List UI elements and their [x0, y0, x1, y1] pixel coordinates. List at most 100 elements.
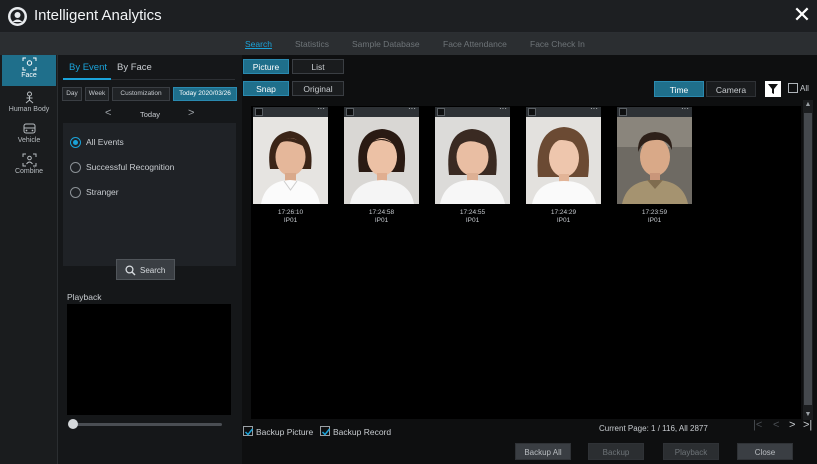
playback-slider-handle[interactable] — [68, 419, 78, 429]
human-body-icon — [25, 91, 33, 104]
search-button[interactable]: Search — [116, 259, 175, 280]
radio-label: All Events — [86, 137, 124, 147]
card-header: ··· — [253, 104, 328, 117]
filter-panel: By Event By Face Day Week Customization … — [58, 55, 242, 464]
card-header: ··· — [526, 104, 601, 117]
more-icon[interactable]: ··· — [681, 104, 689, 113]
subtab-active-indicator — [63, 78, 111, 80]
card-checkbox[interactable] — [437, 108, 445, 116]
card-header: ··· — [617, 104, 692, 117]
result-card[interactable]: ··· 17:24:29 IP01 — [526, 104, 601, 227]
search-icon — [125, 265, 136, 276]
more-icon[interactable]: ··· — [499, 104, 507, 113]
original-mode-button[interactable]: Original — [292, 81, 344, 96]
sidebar-item-vehicle[interactable]: Vehicle — [2, 120, 56, 151]
tab-search[interactable]: Search — [245, 39, 272, 49]
tab-statistics[interactable]: Statistics — [295, 39, 329, 49]
radio-label: Successful Recognition — [86, 162, 175, 172]
subtab-by-face[interactable]: By Face — [117, 62, 152, 73]
card-time: 17:24:58 — [368, 209, 395, 216]
close-button[interactable]: Close — [737, 443, 793, 460]
tab-face-attendance[interactable]: Face Attendance — [443, 39, 507, 49]
checkbox-checked-icon — [243, 426, 254, 436]
checkbox-checked-icon — [320, 426, 331, 436]
results-panel: Picture List Snap Original Time Camera A… — [242, 55, 817, 464]
sidebar-item-combine[interactable]: Combine — [2, 151, 56, 182]
range-week-button[interactable]: Week — [85, 87, 109, 101]
prev-page-icon[interactable]: < — [773, 419, 779, 431]
date-label: Today — [140, 110, 161, 119]
card-channel: IP01 — [465, 217, 480, 224]
title-bar: Intelligent Analytics ✕ — [0, 0, 817, 33]
scroll-up-icon[interactable]: ▲ — [803, 100, 813, 110]
prev-date-icon[interactable]: < — [105, 107, 111, 119]
card-header: ··· — [344, 104, 419, 117]
card-channel: IP01 — [647, 217, 662, 224]
tab-face-check-in[interactable]: Face Check In — [530, 39, 585, 49]
filter-button[interactable] — [765, 81, 781, 97]
card-time: 17:24:55 — [459, 209, 486, 216]
radio-stranger[interactable]: Stranger — [70, 186, 230, 200]
sort-time-button[interactable]: Time — [654, 81, 704, 97]
card-checkbox[interactable] — [619, 108, 627, 116]
card-channel: IP01 — [283, 217, 298, 224]
view-picture-button[interactable]: Picture — [243, 59, 289, 74]
sidebar-item-label: Vehicle — [17, 137, 41, 144]
radio-dot-icon — [70, 137, 81, 148]
next-page-icon[interactable]: > — [789, 419, 795, 431]
vehicle-icon — [23, 123, 35, 134]
select-all-checkbox[interactable] — [788, 83, 798, 93]
playback-video-area[interactable] — [67, 304, 231, 415]
tab-sample-database[interactable]: Sample Database — [352, 39, 420, 49]
card-checkbox[interactable] — [255, 108, 263, 116]
results-scrollbar[interactable]: ▲ ▼ — [803, 100, 813, 420]
card-checkbox[interactable] — [346, 108, 354, 116]
window-title: Intelligent Analytics — [34, 7, 162, 24]
checkbox-label: Backup Record — [333, 427, 392, 437]
radio-dot-icon — [70, 187, 81, 198]
face-snapshot-image — [253, 117, 328, 204]
more-icon[interactable]: ··· — [317, 104, 325, 113]
sidebar-item-human-body[interactable]: Human Body — [2, 89, 56, 120]
playback-button[interactable]: Playback — [663, 443, 719, 460]
filter-icon — [768, 84, 778, 94]
playback-title: Playback — [67, 292, 102, 302]
last-page-icon[interactable]: >| — [803, 419, 812, 431]
radio-all-events[interactable]: All Events — [70, 136, 230, 150]
range-day-button[interactable]: Day — [62, 87, 82, 101]
app-logo-icon — [8, 7, 27, 26]
range-customization-button[interactable]: Customization — [112, 87, 170, 101]
card-time: 17:26:10 — [277, 209, 304, 216]
card-checkbox[interactable] — [528, 108, 536, 116]
results-grid: ··· 17:26:10 IP01 ··· 17:24:58 IP01 ··· … — [251, 104, 801, 419]
first-page-icon[interactable]: |< — [753, 419, 762, 431]
face-snapshot-image — [617, 117, 692, 204]
next-date-icon[interactable]: > — [188, 107, 194, 119]
face-snapshot-image — [526, 117, 601, 204]
card-channel: IP01 — [556, 217, 571, 224]
result-card[interactable]: ··· 17:26:10 IP01 — [253, 104, 328, 227]
sort-camera-button[interactable]: Camera — [706, 81, 756, 97]
close-window-icon[interactable]: ✕ — [791, 3, 813, 27]
more-icon[interactable]: ··· — [408, 104, 416, 113]
card-time: 17:24:29 — [550, 209, 577, 216]
range-today-button[interactable]: Today 2020/03/26 — [173, 87, 237, 101]
radio-successful-recognition[interactable]: Successful Recognition — [70, 161, 230, 175]
result-card[interactable]: ··· 17:24:58 IP01 — [344, 104, 419, 227]
view-list-button[interactable]: List — [292, 59, 344, 74]
backup-all-button[interactable]: Backup All — [515, 443, 571, 460]
snap-mode-button[interactable]: Snap — [243, 81, 289, 96]
radio-dot-icon — [70, 162, 81, 173]
more-icon[interactable]: ··· — [590, 104, 598, 113]
sidebar-item-label: Face — [21, 72, 37, 79]
result-card[interactable]: ··· 17:23:59 IP01 — [617, 104, 692, 227]
sidebar-item-label: Human Body — [8, 106, 50, 113]
backup-button[interactable]: Backup — [588, 443, 644, 460]
playback-slider-track[interactable] — [69, 423, 222, 426]
subtab-by-event[interactable]: By Event — [69, 62, 107, 73]
result-card[interactable]: ··· 17:24:55 IP01 — [435, 104, 510, 227]
sidebar-item-face[interactable]: Face — [2, 55, 56, 86]
search-button-label: Search — [140, 266, 166, 275]
event-options: All Events Successful Recognition Strang… — [63, 123, 236, 266]
scrollbar-thumb[interactable] — [804, 113, 812, 405]
